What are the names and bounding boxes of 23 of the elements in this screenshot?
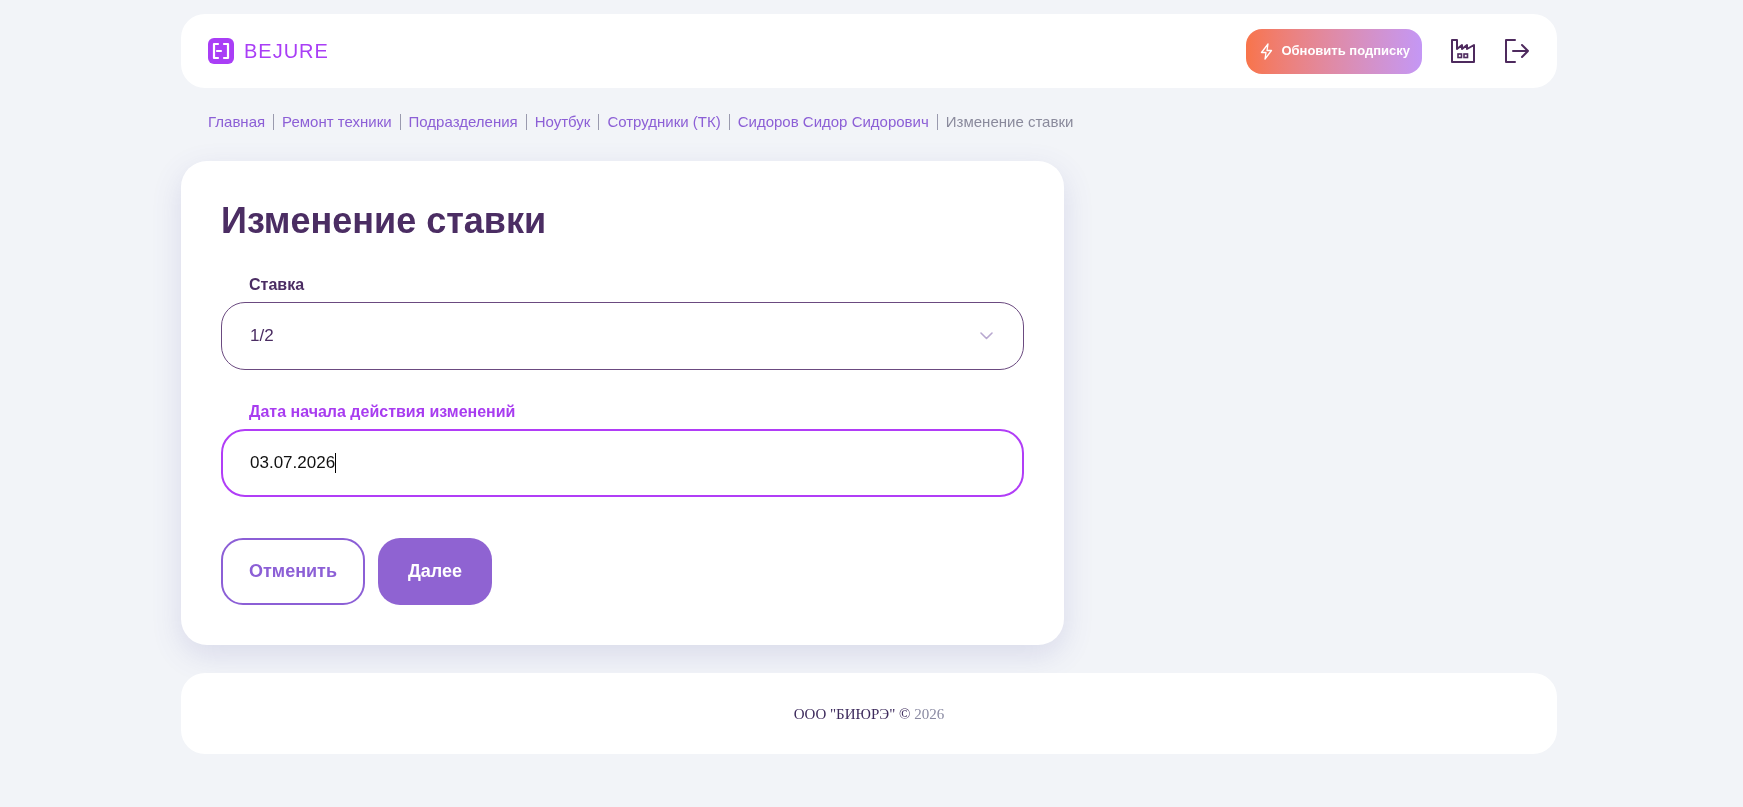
next-button[interactable]: Далее [377, 538, 493, 605]
footer-copyright: ООО "БИЮРЭ" © 2026 [793, 704, 945, 724]
logout-icon[interactable] [1504, 38, 1530, 64]
breadcrumb-link[interactable]: Главная [208, 112, 266, 132]
breadcrumb-link[interactable]: Ремонт техники [282, 112, 392, 132]
chevron-down-icon [980, 332, 993, 340]
form-title: Изменение ставки [221, 199, 548, 243]
breadcrumb-link[interactable]: Ноутбук [534, 112, 591, 132]
date-field[interactable]: 03.07.2026 [221, 429, 1024, 497]
field-label: Дата начала действия изменений [248, 402, 517, 422]
lightning-icon [1260, 42, 1274, 60]
breadcrumb-link[interactable]: Сотрудники (ТК) [607, 112, 721, 132]
breadcrumb-link[interactable]: Подразделения [408, 112, 518, 132]
upgrade-subscription-button[interactable]: Обновить подписку [1246, 28, 1422, 74]
breadcrumb-link[interactable]: Сидоров Сидор Сидорович [737, 112, 929, 132]
cancel-button[interactable]: Отменить [221, 538, 365, 605]
field-label: Ставка [248, 275, 306, 295]
factory-icon[interactable] [1450, 38, 1476, 64]
text-cursor [335, 453, 337, 473]
logo-icon[interactable] [208, 38, 234, 64]
logo-text[interactable]: BEJURE [244, 39, 329, 63]
breadcrumb-current: Изменение ставки [945, 112, 1074, 132]
dropdown-field[interactable]: 1/2 [221, 302, 1024, 370]
